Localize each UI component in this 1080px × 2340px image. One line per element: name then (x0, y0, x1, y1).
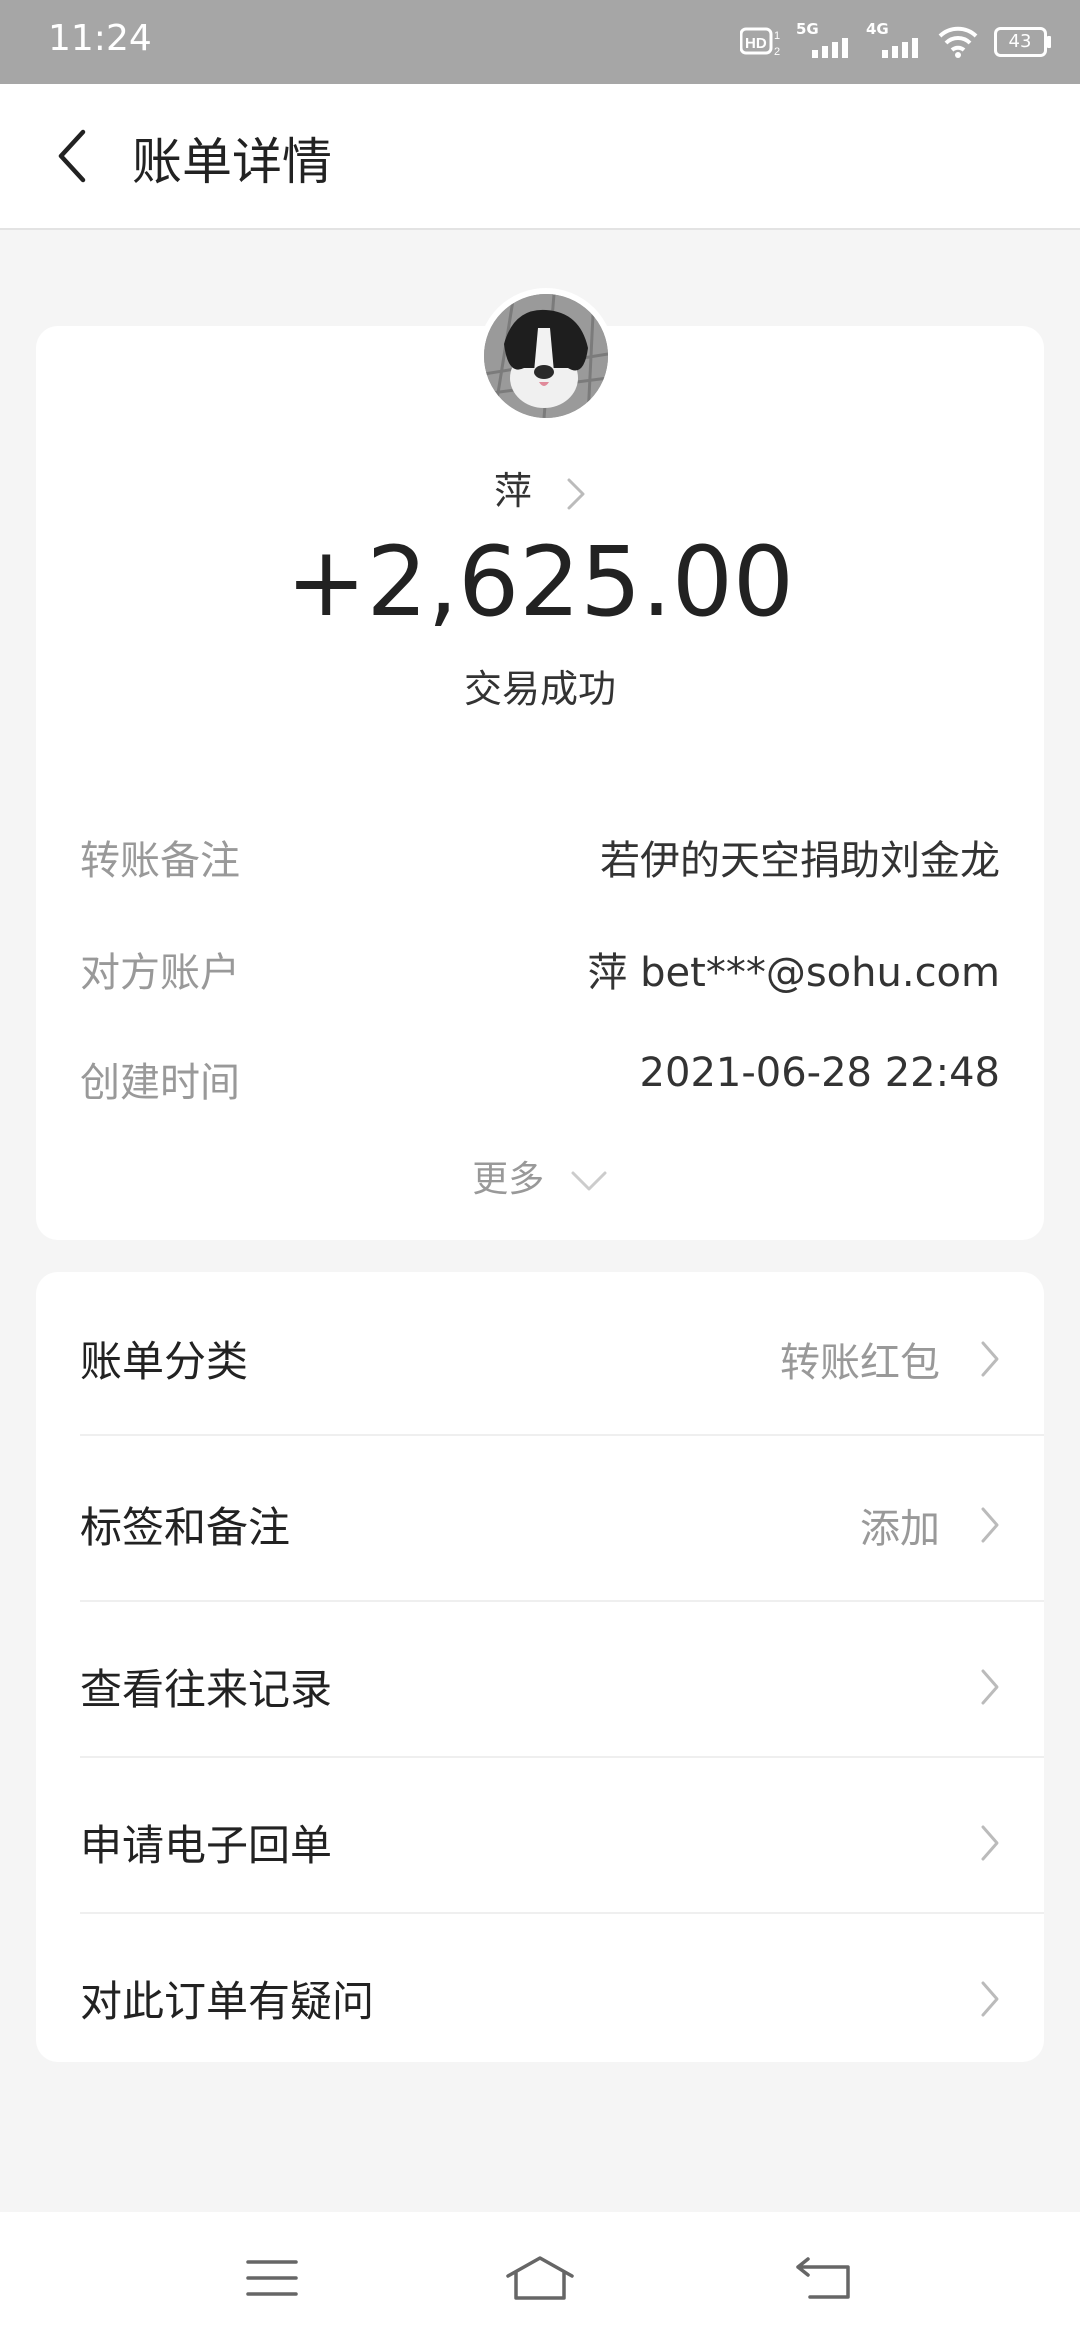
chevron-right-icon (981, 1669, 999, 1705)
chevron-right-icon (981, 1981, 999, 2017)
hd-icon: HD 1 2 (740, 27, 780, 58)
status-bar: 11:24 HD 1 2 5G 4G 43 (0, 0, 1080, 84)
home-nav-button[interactable] (500, 2248, 580, 2308)
menu-item-label: 对此订单有疑问 (80, 1977, 375, 2026)
actions-card: 账单分类 转账红包 标签和备注 添加 查看往来记录 申请电子回单 对此订单有疑问 (36, 1272, 1044, 2062)
dog-photo-avatar-icon (484, 294, 608, 418)
svg-text:2: 2 (774, 46, 780, 58)
chevron-right-icon (981, 1341, 999, 1377)
svg-text:HD: HD (745, 35, 767, 52)
hamburger-menu-icon (246, 2260, 298, 2296)
menu-item-e-receipt[interactable]: 申请电子回单 (36, 1812, 1044, 1872)
payer-row[interactable]: 萍 (36, 460, 1044, 515)
signal-4g-icon: 4G (866, 20, 930, 62)
page-title: 账单详情 (132, 133, 332, 191)
menu-item-label: 账单分类 (80, 1337, 249, 1386)
detail-row-remark: 转账备注 若伊的天空捐助刘金龙 (80, 828, 1000, 888)
divider (80, 1600, 1044, 1602)
back-arrow-icon (58, 129, 86, 183)
menu-item-tags-notes[interactable]: 标签和备注 添加 (36, 1494, 1044, 1554)
menu-item-value: 添加 (860, 1506, 940, 1552)
payer-name: 萍 (493, 469, 532, 513)
detail-row-created-time: 创建时间 2021-06-28 22:48 (80, 1050, 1000, 1110)
system-navigation-bar (0, 2212, 1080, 2340)
back-nav-button[interactable] (784, 2248, 864, 2308)
battery-level: 43 (1008, 31, 1032, 52)
chevron-right-icon (981, 1507, 999, 1543)
detail-row-account: 对方账户 萍 bet***@sohu.com (80, 940, 1000, 1000)
menu-item-label: 查看往来记录 (80, 1665, 333, 1714)
detail-label: 对方账户 (80, 950, 240, 996)
more-button[interactable]: 更多 (36, 1150, 1044, 1202)
signal-5g-icon: 5G (796, 20, 860, 62)
transaction-status: 交易成功 (463, 667, 616, 711)
detail-label: 创建时间 (80, 1060, 240, 1106)
title-bar: 账单详情 (0, 84, 1080, 230)
divider (80, 1434, 1044, 1436)
status-time: 11:24 (48, 18, 152, 59)
chevron-right-icon (567, 478, 585, 509)
divider (80, 1756, 1044, 1758)
back-button[interactable] (36, 118, 108, 194)
detail-value: 2021-06-28 22:48 (639, 1050, 1000, 1096)
status-icons: HD 1 2 5G 4G 43 (740, 20, 1052, 62)
svg-text:1: 1 (774, 30, 780, 42)
chevron-down-icon (571, 1171, 607, 1191)
wifi-icon (938, 26, 978, 58)
battery-icon: 43 (994, 27, 1052, 57)
divider (80, 1912, 1044, 1914)
menu-item-order-question[interactable]: 对此订单有疑问 (36, 1968, 1044, 2028)
more-label: 更多 (472, 1159, 545, 1200)
avatar[interactable] (478, 288, 614, 424)
menu-item-bill-category[interactable]: 账单分类 转账红包 (36, 1328, 1044, 1388)
menu-item-label: 标签和备注 (80, 1503, 291, 1552)
transaction-summary-card: 萍 +2,625.00 交易成功 转账备注 若伊的天空捐助刘金龙 对方账户 萍 … (36, 288, 1044, 1240)
detail-label: 转账备注 (80, 838, 240, 884)
menu-nav-button[interactable] (232, 2248, 312, 2308)
detail-value: 萍 bet***@sohu.com (587, 950, 1000, 996)
back-return-icon (796, 2257, 850, 2299)
transaction-amount: +2,625.00 (286, 526, 794, 638)
menu-item-label: 申请电子回单 (80, 1821, 333, 1870)
detail-value: 若伊的天空捐助刘金龙 (600, 838, 1000, 884)
chevron-right-icon (981, 1825, 999, 1861)
menu-item-history[interactable]: 查看往来记录 (36, 1656, 1044, 1716)
home-icon (506, 2256, 574, 2300)
menu-item-value: 转账红包 (780, 1340, 940, 1386)
